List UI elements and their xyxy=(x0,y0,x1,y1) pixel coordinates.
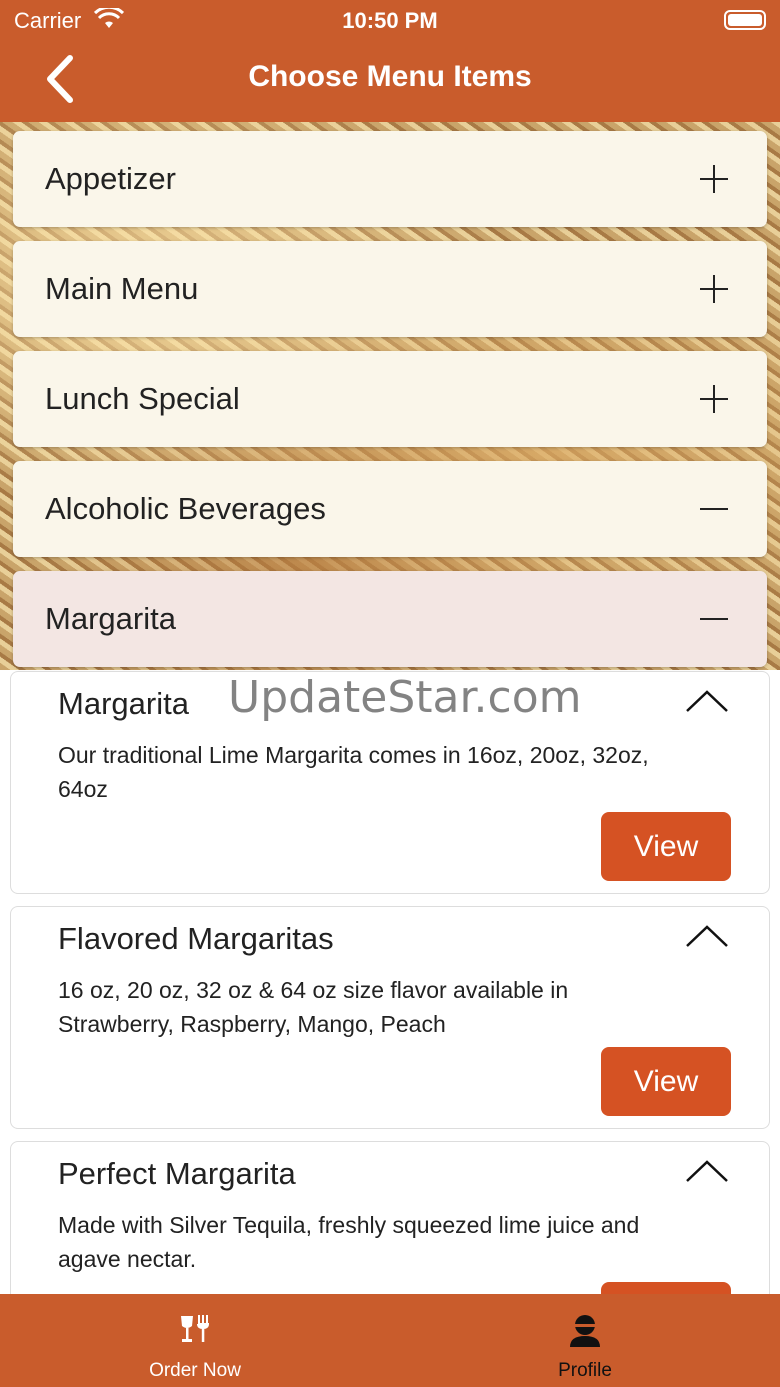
clock: 10:50 PM xyxy=(342,8,438,33)
item-name: Flavored Margaritas xyxy=(58,921,334,956)
page-title: Choose Menu Items xyxy=(248,60,532,93)
category-label: Margarita xyxy=(45,601,176,636)
item-description: Made with Silver Tequila, freshly squeez… xyxy=(58,1212,640,1272)
category-label: Main Menu xyxy=(45,271,199,306)
tab-label: Order Now xyxy=(149,1360,241,1381)
minus-icon xyxy=(700,508,728,510)
item-description: Our traditional Lime Margarita comes in … xyxy=(58,742,649,802)
category-alcoholic-beverages[interactable]: Alcoholic Beverages xyxy=(13,461,767,557)
chevron-up-icon[interactable] xyxy=(685,688,729,714)
category-label: Lunch Special xyxy=(45,381,240,416)
tab-profile[interactable]: Profile xyxy=(390,1294,780,1387)
minus-icon xyxy=(700,618,728,620)
plus-icon xyxy=(700,385,728,413)
chevron-up-icon[interactable] xyxy=(685,923,729,949)
battery-icon xyxy=(724,10,766,30)
status-bar: Carrier 10:50 PM xyxy=(0,0,780,42)
category-main-menu[interactable]: Main Menu xyxy=(13,241,767,337)
category-label: Appetizer xyxy=(45,161,176,196)
plus-icon xyxy=(700,275,728,303)
chevron-up-icon[interactable] xyxy=(685,1158,729,1184)
nav-header: Carrier 10:50 PM Choose Menu Items xyxy=(0,0,780,122)
category-lunch-special[interactable]: Lunch Special xyxy=(13,351,767,447)
category-label: Alcoholic Beverages xyxy=(45,491,326,526)
category-margarita[interactable]: Margarita xyxy=(13,571,767,667)
item-description: 16 oz, 20 oz, 32 oz & 64 oz size flavor … xyxy=(58,977,569,1037)
item-name: Margarita xyxy=(58,686,189,721)
person-icon xyxy=(570,1315,600,1347)
tab-order-now[interactable]: Order Now xyxy=(0,1294,390,1387)
view-button[interactable]: View xyxy=(601,812,731,881)
tab-label: Profile xyxy=(558,1360,612,1381)
tab-bar: Order Now Profile xyxy=(0,1294,780,1387)
view-button[interactable]: View xyxy=(601,1047,731,1116)
plus-icon xyxy=(700,165,728,193)
item-name: Perfect Margarita xyxy=(58,1156,296,1191)
category-appetizer[interactable]: Appetizer xyxy=(13,131,767,227)
cutlery-icon xyxy=(181,1315,210,1342)
watermark: UpdateStar.com xyxy=(228,672,582,723)
menu-item-card: Flavored Margaritas 16 oz, 20 oz, 32 oz … xyxy=(10,906,770,1129)
